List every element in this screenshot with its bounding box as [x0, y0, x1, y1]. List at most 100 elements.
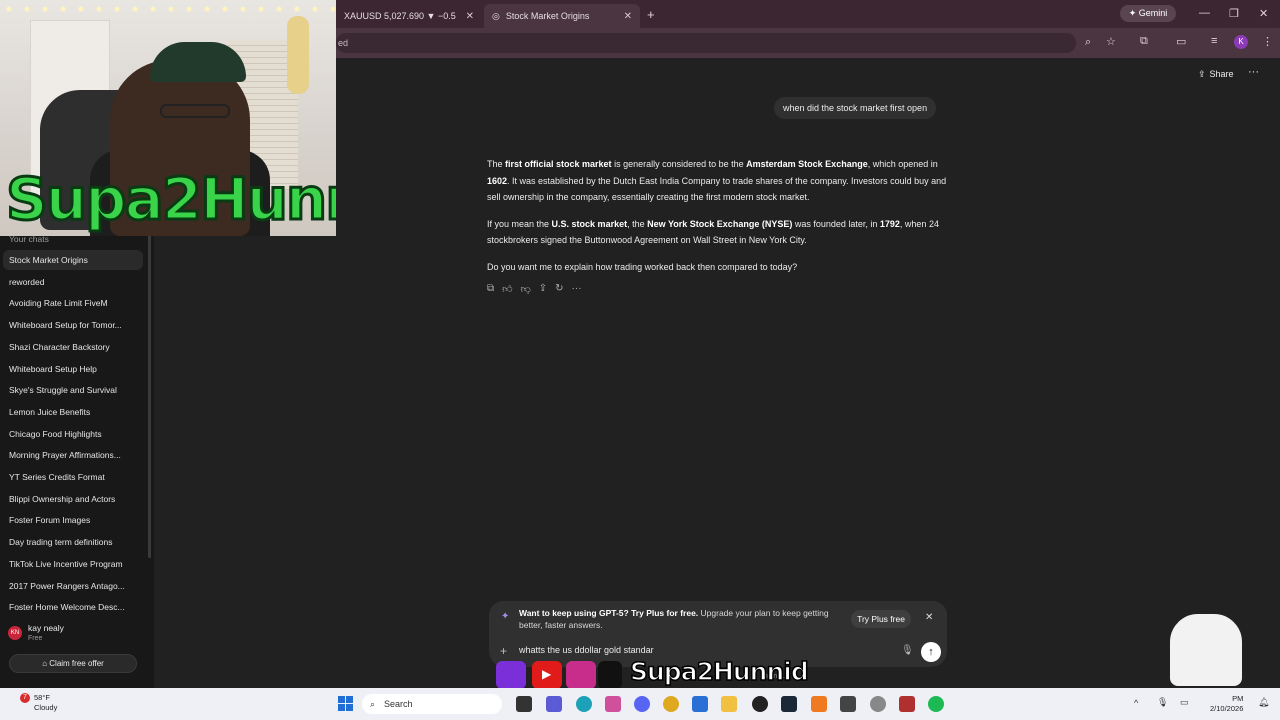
twitch-icon: [496, 661, 526, 689]
chat-list-item[interactable]: YT Series Credits Format: [3, 467, 143, 487]
microphone-tray-icon[interactable]: 🎙︎: [1157, 697, 1168, 708]
search-label: Search: [384, 699, 413, 709]
obs-icon[interactable]: [752, 696, 768, 712]
profile-avatar[interactable]: K: [1234, 35, 1248, 49]
windows-start-icon[interactable]: [338, 696, 354, 712]
teams-icon[interactable]: [546, 696, 562, 712]
gemini-label: Gemini: [1138, 8, 1168, 18]
arrow-up-icon: ↑: [928, 646, 934, 658]
instagram-icon: [566, 661, 596, 689]
url-field[interactable]: ed: [336, 33, 1076, 53]
chrome-icon[interactable]: [663, 696, 679, 712]
discord-icon[interactable]: [634, 696, 650, 712]
reading-list-icon[interactable]: ≡: [1211, 35, 1217, 47]
minimize-button[interactable]: —: [1199, 7, 1210, 19]
chat-list-item[interactable]: Foster Forum Images: [3, 510, 143, 530]
chevron-up-icon[interactable]: ^: [1134, 698, 1138, 708]
weather-badge: 7: [20, 693, 30, 703]
cast-icon[interactable]: ▭: [1176, 35, 1186, 48]
try-plus-button[interactable]: Try Plus free: [851, 610, 911, 628]
response-paragraph: The first official stock market is gener…: [487, 159, 947, 203]
close-icon[interactable]: ✕: [466, 11, 474, 22]
settings-icon[interactable]: [870, 696, 886, 712]
new-tab-button[interactable]: +: [647, 7, 655, 22]
regenerate-icon[interactable]: ↻: [555, 283, 563, 297]
taskbar-search[interactable]: ⌕ Search: [362, 694, 502, 714]
task-view-icon[interactable]: [516, 696, 532, 712]
more-options-icon[interactable]: ···: [1248, 66, 1259, 78]
chat-list-item[interactable]: Shazi Character Backstory: [3, 337, 143, 357]
notepad-icon[interactable]: [840, 696, 856, 712]
tab-stock-market-origins[interactable]: ◎ Stock Market Origins ✕: [484, 4, 640, 28]
social-handle: Supa2Hunnid: [629, 656, 809, 687]
assistant-response: The first official stock market is gener…: [487, 156, 947, 286]
plus-icon[interactable]: +: [500, 644, 507, 658]
sidebar-scrollbar[interactable]: [148, 228, 151, 558]
chat-list-item[interactable]: Skye's Struggle and Survival: [3, 380, 143, 400]
edge-icon[interactable]: [576, 696, 592, 712]
chat-list-item[interactable]: Blippi Ownership and Actors: [3, 489, 143, 509]
response-paragraph: Do you want me to explain how trading wo…: [487, 261, 798, 272]
copilot-icon[interactable]: [605, 696, 621, 712]
send-button[interactable]: ↑: [921, 642, 941, 662]
response-paragraph: If you mean the U.S. stock market, the N…: [487, 218, 939, 246]
chat-list-item[interactable]: 2017 Power Rangers Antago...: [3, 576, 143, 596]
network-icon[interactable]: ▭: [1180, 697, 1189, 708]
chat-list-item[interactable]: Avoiding Rate Limit FiveM: [3, 293, 143, 313]
hand-overlay: [1168, 612, 1244, 688]
gemini-button[interactable]: ✦ Gemini: [1120, 5, 1176, 22]
chat-list-item[interactable]: reworded: [3, 272, 143, 292]
bookmark-star-icon[interactable]: ☆: [1106, 35, 1116, 48]
youtube-icon: ▶: [532, 661, 562, 689]
spotify-icon[interactable]: [928, 696, 944, 712]
chat-list-item[interactable]: Day trading term definitions: [3, 532, 143, 552]
close-window-button[interactable]: ✕: [1259, 7, 1268, 20]
app-icon-2[interactable]: [899, 696, 915, 712]
chat-list-item[interactable]: Stock Market Origins: [3, 250, 143, 270]
chat-list-item[interactable]: Foster Home Welcome Desc...: [3, 597, 143, 617]
share-button[interactable]: ⇪ Share: [1198, 66, 1234, 82]
close-icon[interactable]: ✕: [624, 11, 632, 22]
upsell-text: Want to keep using GPT-5? Try Plus for f…: [519, 608, 829, 630]
thumbs-up-icon[interactable]: 👍︎: [502, 283, 512, 297]
sparkle-icon: ✦: [1128, 8, 1137, 18]
store-icon[interactable]: [692, 696, 708, 712]
microphone-icon[interactable]: 🎙︎: [901, 645, 914, 656]
maximize-button[interactable]: ❐: [1229, 7, 1239, 20]
weather-desc: Cloudy: [34, 703, 58, 712]
copy-icon[interactable]: ⧉: [487, 283, 494, 297]
avatar: KN: [8, 626, 22, 640]
notification-bell-icon[interactable]: 🔔︎: [1258, 697, 1269, 708]
clock-date: 2/10/2026: [1210, 704, 1244, 713]
share-label: Share: [1209, 69, 1234, 79]
tab-title: Stock Market Origins: [505, 11, 590, 21]
chat-list-item[interactable]: Chicago Food Highlights: [3, 424, 143, 444]
globe-icon: ◎: [492, 10, 500, 21]
clock-time: PM: [1232, 694, 1244, 703]
browser-menu-icon[interactable]: ⋮: [1262, 35, 1273, 48]
user-profile[interactable]: KN kay nealy Free: [8, 622, 148, 644]
more-icon[interactable]: ···: [572, 283, 582, 297]
message-input[interactable]: whatts the us ddollar gold standar: [519, 645, 899, 655]
extensions-icon[interactable]: ⧉: [1140, 35, 1148, 48]
clock[interactable]: PM 2/10/2026: [1210, 694, 1243, 714]
app-icon[interactable]: [811, 696, 827, 712]
claim-free-offer-button[interactable]: ⌂ Claim free offer: [9, 654, 137, 673]
zoom-icon[interactable]: ⌕: [1085, 36, 1091, 49]
chat-list-item[interactable]: Whiteboard Setup for Tomor...: [3, 315, 143, 335]
glasses: [160, 104, 230, 118]
string-lights: [0, 4, 336, 14]
chat-list-item[interactable]: Lemon Juice Benefits: [3, 402, 143, 422]
upsell-banner: ✦ Want to keep using GPT-5? Try Plus for…: [489, 601, 947, 637]
file-explorer-icon[interactable]: [721, 696, 737, 712]
weather-widget[interactable]: 7 58°F Cloudy: [20, 693, 58, 713]
user-plan: Free: [28, 635, 43, 642]
steam-icon[interactable]: [781, 696, 797, 712]
thumbs-down-icon[interactable]: 👎︎: [521, 283, 531, 297]
share-response-icon[interactable]: ⇪: [539, 283, 547, 297]
tab-xauusd[interactable]: XAUUSD 5,027.690 ▼ −0.59% U ✕: [336, 4, 482, 28]
chat-list-item[interactable]: Whiteboard Setup Help: [3, 359, 143, 379]
close-icon[interactable]: ✕: [925, 612, 933, 623]
chat-list-item[interactable]: TikTok Live Incentive Program: [3, 554, 143, 574]
chat-list-item[interactable]: Morning Prayer Affirmations...: [3, 445, 143, 465]
